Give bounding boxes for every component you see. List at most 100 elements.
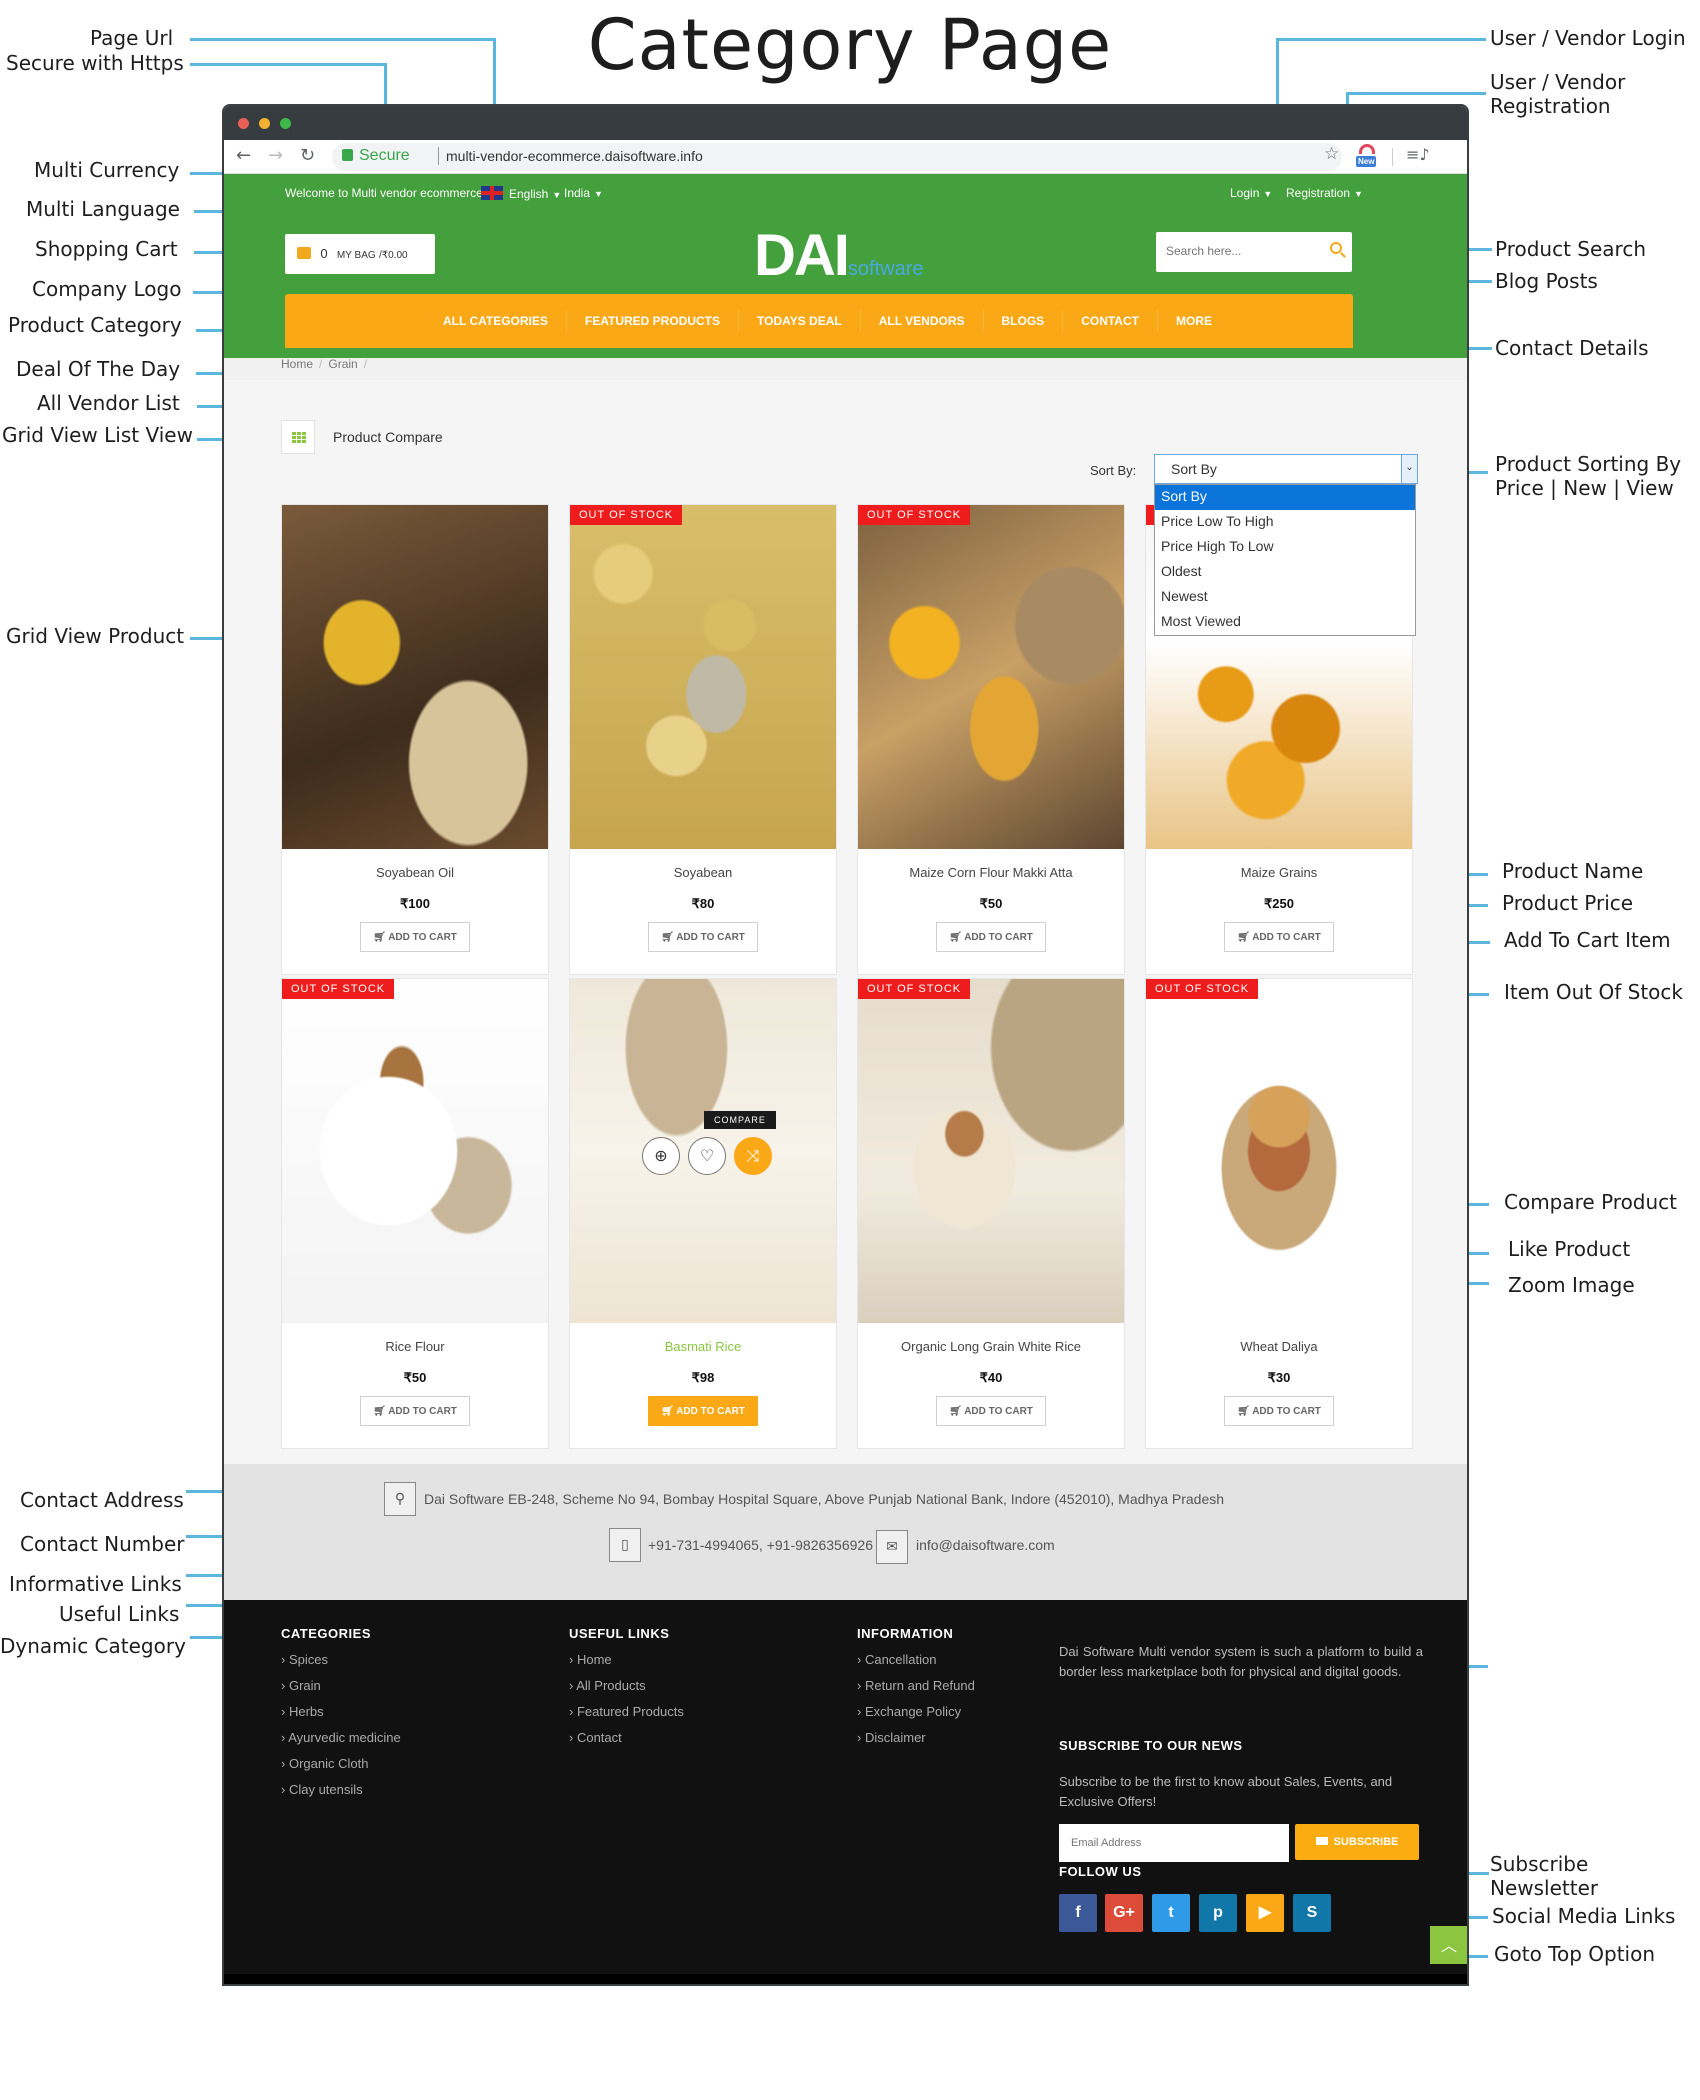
registration-dropdown[interactable]: Registration ▼ bbox=[1286, 186, 1363, 200]
page-url[interactable]: multi-vendor-ecommerce.daisoftware.info bbox=[446, 148, 703, 164]
newsletter-email-input[interactable] bbox=[1059, 1824, 1289, 1862]
product-card[interactable]: OUT OF STOCK Maize Corn Flour Makki Atta… bbox=[857, 504, 1125, 975]
currency-selector[interactable]: India ▼ bbox=[564, 186, 603, 200]
product-name[interactable]: Basmati Rice bbox=[570, 1339, 836, 1354]
footer-useful-link[interactable]: › All Products bbox=[569, 1678, 646, 1693]
playlist-icon[interactable]: ≡♪ bbox=[1406, 145, 1430, 164]
product-name[interactable]: Rice Flour bbox=[282, 1339, 548, 1354]
add-to-cart-button[interactable]: 🛒︎ ADD TO CART bbox=[360, 1396, 470, 1426]
like-heart-icon[interactable]: ♡ bbox=[688, 1137, 726, 1175]
footer-category-link[interactable]: › Clay utensils bbox=[281, 1782, 363, 1797]
sort-option[interactable]: Price Low To High bbox=[1155, 510, 1415, 535]
footer-category-link[interactable]: › Spices bbox=[281, 1652, 328, 1667]
product-name[interactable]: Maize Grains bbox=[1146, 865, 1412, 880]
sort-option[interactable]: Sort By bbox=[1155, 485, 1415, 510]
footer-useful-link[interactable]: › Home bbox=[569, 1652, 612, 1667]
bookmark-star-icon[interactable]: ☆ bbox=[1324, 144, 1339, 164]
search-input[interactable] bbox=[1156, 232, 1306, 270]
footer-info-link[interactable]: › Cancellation bbox=[857, 1652, 937, 1667]
extension-icon[interactable]: New bbox=[1356, 144, 1378, 170]
product-image[interactable]: OUT OF STOCK bbox=[858, 979, 1124, 1323]
product-compare-link[interactable]: Product Compare bbox=[333, 429, 443, 445]
product-name[interactable]: Wheat Daliya bbox=[1146, 1339, 1412, 1354]
youtube-icon[interactable]: ▶ bbox=[1246, 1894, 1284, 1932]
menu-todays-deal[interactable]: TODAYS DEAL bbox=[739, 310, 861, 332]
back-icon[interactable]: ← bbox=[236, 145, 251, 166]
footer-info-link[interactable]: › Return and Refund bbox=[857, 1678, 975, 1693]
sort-option[interactable]: Price High To Low bbox=[1155, 535, 1415, 560]
skype-icon[interactable]: S bbox=[1293, 1894, 1331, 1932]
footer-category-link[interactable]: › Organic Cloth bbox=[281, 1756, 368, 1771]
add-to-cart-button[interactable]: 🛒︎ ADD TO CART bbox=[648, 1396, 758, 1426]
product-name[interactable]: Soyabean bbox=[570, 865, 836, 880]
menu-all-vendors[interactable]: ALL VENDORS bbox=[861, 310, 984, 332]
language-selector[interactable]: English ▼ bbox=[481, 186, 561, 201]
product-image[interactable]: OUT OF STOCK bbox=[282, 979, 548, 1323]
sort-option[interactable]: Oldest bbox=[1155, 560, 1415, 585]
maximize-window-dot[interactable] bbox=[280, 118, 291, 129]
grid-view-toggle[interactable] bbox=[281, 420, 315, 454]
facebook-icon[interactable]: f bbox=[1059, 1894, 1097, 1932]
contact-address: Dai Software EB-248, Scheme No 94, Bomba… bbox=[424, 1491, 1225, 1507]
shopping-cart[interactable]: 0 MY BAG /₹0.00 bbox=[285, 234, 435, 274]
forward-icon[interactable]: → bbox=[268, 145, 283, 166]
add-to-cart-button[interactable]: 🛒︎ ADD TO CART bbox=[1224, 922, 1334, 952]
product-image[interactable]: OUT OF STOCK bbox=[570, 505, 836, 849]
go-to-top-button[interactable]: ︿ bbox=[1430, 1926, 1467, 1964]
reload-icon[interactable]: ↻ bbox=[300, 145, 315, 166]
product-image[interactable] bbox=[282, 505, 548, 849]
breadcrumb-grain[interactable]: Grain bbox=[328, 358, 357, 371]
product-card[interactable]: Soyabean Oil ₹100 🛒︎ ADD TO CART bbox=[281, 504, 549, 975]
menu-contact[interactable]: CONTACT bbox=[1063, 310, 1158, 332]
callout-company-logo: Company Logo bbox=[32, 277, 182, 301]
add-to-cart-button[interactable]: 🛒︎ ADD TO CART bbox=[936, 1396, 1046, 1426]
login-dropdown[interactable]: Login ▼ bbox=[1230, 186, 1272, 200]
add-to-cart-button[interactable]: 🛒︎ ADD TO CART bbox=[648, 922, 758, 952]
product-image[interactable]: OUT OF STOCK bbox=[858, 505, 1124, 849]
breadcrumb-home[interactable]: Home bbox=[281, 358, 313, 371]
contact-phone[interactable]: +91-731-4994065, +91-9826356926 bbox=[648, 1537, 873, 1553]
menu-featured-products[interactable]: FEATURED PRODUCTS bbox=[567, 310, 740, 332]
product-card[interactable]: OUT OF STOCK Organic Long Grain White Ri… bbox=[857, 978, 1125, 1449]
footer-category-link[interactable]: › Herbs bbox=[281, 1704, 324, 1719]
sort-option[interactable]: Most Viewed bbox=[1155, 610, 1415, 635]
menu-all-categories[interactable]: ALL CATEGORIES bbox=[425, 310, 567, 332]
add-to-cart-button[interactable]: 🛒︎ ADD TO CART bbox=[360, 922, 470, 952]
twitter-icon[interactable]: t bbox=[1152, 1894, 1190, 1932]
footer-useful-link[interactable]: › Featured Products bbox=[569, 1704, 684, 1719]
add-to-cart-label: ADD TO CART bbox=[676, 1405, 745, 1417]
product-name[interactable]: Soyabean Oil bbox=[282, 865, 548, 880]
footer-useful-link[interactable]: › Contact bbox=[569, 1730, 622, 1745]
search-icon[interactable] bbox=[1330, 242, 1342, 254]
pinterest-icon[interactable]: p bbox=[1199, 1894, 1237, 1932]
product-card[interactable]: OUT OF STOCK Wheat Daliya ₹30 🛒︎ ADD TO … bbox=[1145, 978, 1413, 1449]
product-card[interactable]: COMPARE ⊕ ♡ ⤨ Basmati Rice ₹98 🛒︎ ADD TO… bbox=[569, 978, 837, 1449]
menu-blogs[interactable]: BLOGS bbox=[984, 310, 1064, 332]
leader-line bbox=[1276, 38, 1486, 41]
product-image[interactable]: COMPARE ⊕ ♡ ⤨ bbox=[570, 979, 836, 1323]
footer-category-link[interactable]: › Ayurvedic medicine bbox=[281, 1730, 401, 1745]
subscribe-button[interactable]: SUBSCRIBE bbox=[1295, 1824, 1419, 1860]
sort-label: Sort By: bbox=[1090, 463, 1137, 478]
menu-more[interactable]: MORE bbox=[1158, 310, 1230, 332]
compare-shuffle-icon[interactable]: ⤨ bbox=[734, 1137, 772, 1175]
product-card[interactable]: OUT OF STOCK Soyabean ₹80 🛒︎ ADD TO CART bbox=[569, 504, 837, 975]
footer-info-link[interactable]: › Disclaimer bbox=[857, 1730, 926, 1745]
sort-option[interactable]: Newest bbox=[1155, 585, 1415, 610]
product-name[interactable]: Maize Corn Flour Makki Atta bbox=[858, 865, 1124, 880]
add-to-cart-button[interactable]: 🛒︎ ADD TO CART bbox=[1224, 1396, 1334, 1426]
footer-info-link[interactable]: › Exchange Policy bbox=[857, 1704, 961, 1719]
footer-category-link[interactable]: › Grain bbox=[281, 1678, 321, 1693]
close-window-dot[interactable] bbox=[238, 118, 249, 129]
contact-email[interactable]: info@daisoftware.com bbox=[916, 1537, 1055, 1553]
product-image[interactable]: OUT OF STOCK bbox=[1146, 979, 1412, 1323]
add-to-cart-button[interactable]: 🛒︎ ADD TO CART bbox=[936, 922, 1046, 952]
product-name[interactable]: Organic Long Grain White Rice bbox=[858, 1339, 1124, 1354]
product-card[interactable]: OUT OF STOCK Rice Flour ₹50 🛒︎ ADD TO CA… bbox=[281, 978, 549, 1449]
zoom-image-icon[interactable]: ⊕ bbox=[642, 1137, 680, 1175]
minimize-window-dot[interactable] bbox=[259, 118, 270, 129]
company-logo[interactable]: DAIsoftware bbox=[754, 222, 923, 289]
google-plus-icon[interactable]: G+ bbox=[1105, 1894, 1143, 1932]
secure-indicator[interactable]: Secure bbox=[342, 147, 410, 165]
sort-select[interactable]: Sort By ⌄ bbox=[1154, 454, 1418, 484]
